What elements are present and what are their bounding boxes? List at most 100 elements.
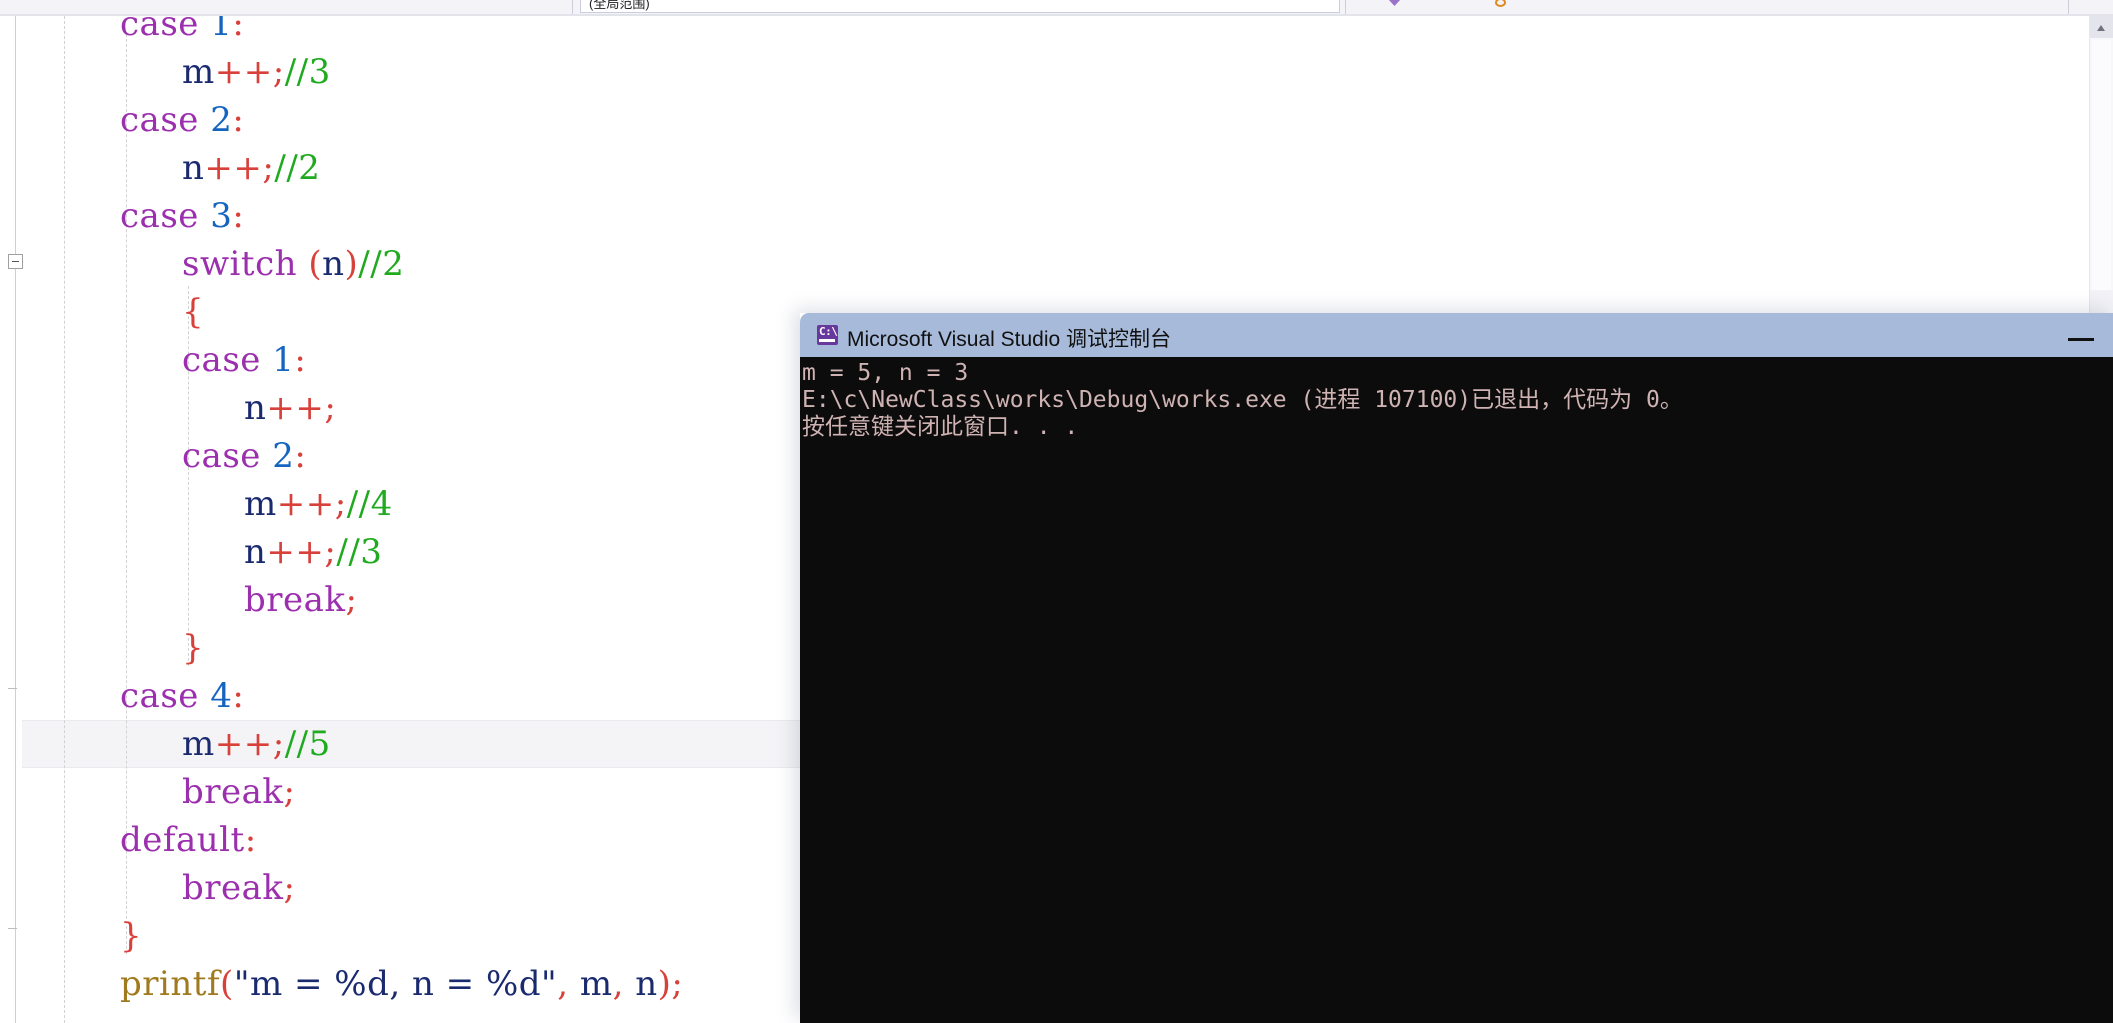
code-line[interactable]: m++;//4	[244, 480, 393, 528]
code-token: m	[244, 484, 277, 524]
fold-region-end-marker	[8, 688, 17, 689]
console-output-line: E:\c\NewClass\works\Debug\works.exe (进程 …	[802, 387, 1683, 414]
code-token: ,	[613, 964, 624, 1004]
code-token: :	[245, 820, 257, 860]
code-token: ;	[273, 724, 285, 764]
code-token: //3	[285, 52, 331, 92]
code-line[interactable]: printf("m = %d, n = %d", m, n);	[120, 960, 683, 1008]
code-line[interactable]: m++;//5	[182, 720, 331, 768]
code-line[interactable]: case 1:	[120, 16, 244, 48]
code-token: )	[658, 964, 672, 1004]
code-token: 3	[210, 196, 232, 236]
console-output-line: 按任意键关闭此窗口. . .	[802, 414, 1078, 441]
console-output-area[interactable]: m = 5, n = 3E:\c\NewClass\works\Debug\wo…	[800, 357, 2113, 1023]
minimize-button[interactable]	[2051, 313, 2113, 357]
code-token: switch	[182, 244, 308, 284]
code-line[interactable]: case 2:	[120, 96, 244, 144]
code-token: ;	[335, 484, 347, 524]
code-token: n	[182, 148, 204, 188]
code-token: n	[624, 964, 658, 1004]
console-titlebar[interactable]: C:\ Microsoft Visual Studio 调试控制台	[800, 313, 2113, 357]
code-token: ;	[324, 388, 336, 428]
code-token: ;	[671, 964, 683, 1004]
console-icon-glyph: C:\	[819, 326, 837, 338]
code-line[interactable]: n++;	[244, 384, 336, 432]
console-icon-bar	[819, 339, 835, 342]
code-token: break	[182, 772, 284, 812]
code-token: //2	[358, 244, 404, 284]
code-token: case	[120, 16, 210, 44]
code-token: )	[345, 244, 359, 284]
code-token: n	[244, 532, 266, 572]
code-line[interactable]: switch (n)//2	[182, 240, 404, 288]
code-line[interactable]: break;	[244, 576, 357, 624]
code-token: ;	[262, 148, 274, 188]
debug-console-window[interactable]: C:\ Microsoft Visual Studio 调试控制台 m = 5,…	[800, 313, 2113, 1023]
code-token: //5	[285, 724, 331, 764]
code-token: :	[232, 196, 244, 236]
code-token: m	[569, 964, 613, 1004]
code-token: ;	[346, 580, 358, 620]
code-token: :	[294, 340, 306, 380]
fold-region-end-marker	[8, 928, 17, 929]
code-token: ++	[277, 484, 335, 524]
code-line[interactable]: m++;//3	[182, 48, 331, 96]
code-token: m	[182, 724, 215, 764]
code-token: :	[232, 676, 244, 716]
code-line[interactable]: n++;//3	[244, 528, 382, 576]
toolbar-separator	[572, 0, 573, 14]
code-token: ;	[273, 52, 285, 92]
code-line[interactable]: }	[182, 624, 204, 672]
editor-toolbar-strip: (全局范围)	[0, 0, 2113, 14]
code-token: "m = %d, n = %d"	[234, 964, 557, 1004]
outlining-rail	[15, 16, 16, 1023]
scope-combobox-value: (全局范围)	[589, 0, 650, 12]
code-token: ++	[204, 148, 262, 188]
code-token: case	[120, 196, 210, 236]
code-token: ++	[215, 724, 273, 764]
refresh-icon[interactable]	[1493, 0, 1507, 13]
code-token: 1	[272, 340, 294, 380]
code-token: ;	[324, 532, 336, 572]
code-token: case	[182, 340, 272, 380]
code-token: //3	[336, 532, 382, 572]
code-line[interactable]: break;	[182, 864, 295, 912]
code-token: ++	[215, 52, 273, 92]
filter-icon[interactable]	[1388, 0, 1402, 13]
toolbar-separator	[1345, 0, 1346, 14]
code-token: {	[182, 292, 204, 332]
code-token: 2	[210, 100, 232, 140]
code-token: n	[322, 244, 344, 284]
code-token: break	[182, 868, 284, 908]
code-line[interactable]: default:	[120, 816, 257, 864]
indent-guide	[64, 16, 65, 1023]
code-line[interactable]: case 2:	[182, 432, 306, 480]
scope-combobox[interactable]: (全局范围)	[580, 0, 1340, 13]
console-title: Microsoft Visual Studio 调试控制台	[847, 323, 1171, 353]
code-token: ;	[284, 868, 296, 908]
fold-collapse-button[interactable]	[8, 254, 23, 269]
code-token: case	[182, 436, 272, 476]
console-output-line: m = 5, n = 3	[802, 360, 968, 387]
code-token: }	[182, 628, 204, 668]
outlining-margin[interactable]	[0, 16, 22, 1023]
code-token: ,	[557, 964, 568, 1004]
code-line[interactable]: {	[182, 288, 204, 336]
code-token: 4	[210, 676, 232, 716]
code-token: :	[294, 436, 306, 476]
code-token: (	[220, 964, 234, 1004]
code-token: ++	[266, 388, 324, 428]
code-line[interactable]: break;	[182, 768, 295, 816]
code-token: case	[120, 676, 210, 716]
code-token: //2	[274, 148, 320, 188]
code-line[interactable]: case 4:	[120, 672, 244, 720]
scrollbar-up-arrow-button[interactable]	[2090, 16, 2113, 38]
code-line[interactable]: case 3:	[120, 192, 244, 240]
code-line[interactable]: case 1:	[182, 336, 306, 384]
code-token: :	[232, 16, 244, 44]
code-token: :	[232, 100, 244, 140]
code-line[interactable]: }	[120, 912, 142, 960]
scrollbar-thumb[interactable]	[2092, 40, 2111, 290]
code-token: ++	[266, 532, 324, 572]
code-line[interactable]: n++;//2	[182, 144, 320, 192]
